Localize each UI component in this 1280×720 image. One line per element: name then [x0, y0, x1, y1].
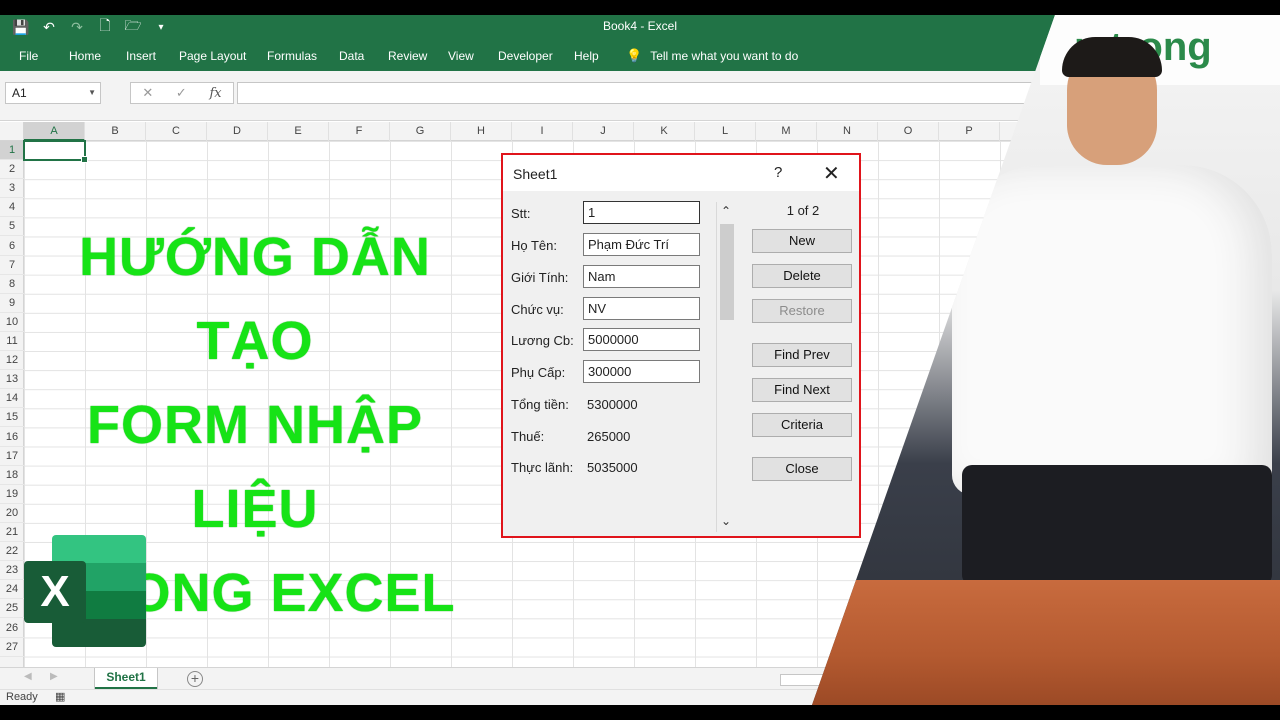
record-scrollbar[interactable]: ⌃ ⌄: [716, 202, 736, 532]
tell-me-label: Tell me what you want to do: [650, 49, 799, 63]
criteria-button[interactable]: Criteria: [752, 413, 852, 437]
tab-data[interactable]: Data: [339, 49, 364, 63]
tab-view[interactable]: View: [448, 49, 474, 63]
insert-function-icon[interactable]: fx: [209, 86, 221, 101]
dialog-title: Sheet1: [513, 166, 558, 182]
gioi-tinh-field[interactable]: Nam: [583, 265, 700, 288]
headline-line-1: HƯỚNG DẪN TẠO: [79, 227, 431, 371]
excel-logo-badge: X: [24, 561, 86, 623]
status-ready: Ready: [6, 691, 38, 703]
column-header-g[interactable]: G: [390, 122, 451, 141]
delete-button[interactable]: Delete: [752, 264, 852, 288]
chevron-down-icon[interactable]: ▼: [88, 88, 96, 97]
column-header-p[interactable]: P: [939, 122, 1000, 141]
chevron-down-icon[interactable]: ⌄: [721, 514, 731, 528]
thue-value: 265000: [587, 429, 631, 444]
column-header-b[interactable]: B: [85, 122, 146, 141]
dialog-title-bar: Sheet1 ? ✕: [503, 155, 859, 191]
row-header-3[interactable]: 3: [0, 179, 24, 199]
tab-file[interactable]: File: [19, 49, 38, 63]
chevron-up-icon[interactable]: ⌃: [721, 204, 731, 218]
row-header-1[interactable]: 1: [0, 141, 24, 161]
label-thue: Thuế:: [511, 429, 545, 444]
column-header-h[interactable]: H: [451, 122, 512, 141]
column-header-j[interactable]: J: [573, 122, 634, 141]
column-header-k[interactable]: K: [634, 122, 695, 141]
chevron-right-icon[interactable]: ▶: [50, 671, 58, 682]
macro-record-icon[interactable]: ▦: [55, 690, 65, 703]
record-counter: 1 of 2: [786, 203, 820, 218]
stt-field[interactable]: 1: [583, 201, 700, 224]
find-prev-button[interactable]: Find Prev: [752, 343, 852, 367]
label-thuc-lanh: Thực lãnh:: [511, 460, 574, 475]
column-header-l[interactable]: L: [695, 122, 756, 141]
headline-line-2: FORM NHẬP LIỆU: [87, 395, 423, 539]
find-next-button[interactable]: Find Next: [752, 378, 852, 402]
enter-icon[interactable]: ✓: [176, 85, 187, 101]
new-button[interactable]: New: [752, 229, 852, 253]
column-header-o[interactable]: O: [878, 122, 939, 141]
luong-cb-field[interactable]: 5000000: [583, 328, 700, 351]
row-header-27[interactable]: 27: [0, 638, 24, 657]
tell-me-box[interactable]: 💡 Tell me what you want to do: [626, 48, 798, 64]
help-icon[interactable]: ?: [774, 164, 782, 181]
tab-help[interactable]: Help: [574, 49, 599, 63]
label-tong-tien: Tổng tiền:: [511, 397, 569, 412]
name-box[interactable]: A1 ▼: [5, 82, 101, 104]
column-header-m[interactable]: M: [756, 122, 817, 141]
ho-ten-field[interactable]: Phạm Đức Trí: [583, 233, 700, 256]
column-header-c[interactable]: C: [146, 122, 207, 141]
data-form-dialog: Sheet1 ? ✕ Stt: 1 Họ Tên: Phạm Đức Trí G…: [501, 153, 861, 538]
column-header-n[interactable]: N: [817, 122, 878, 141]
add-sheet-icon[interactable]: +: [187, 671, 203, 687]
active-cell-selection[interactable]: [23, 140, 88, 163]
chevron-left-icon[interactable]: ◀: [24, 671, 32, 682]
excel-logo-icon: X: [24, 535, 146, 647]
formula-buttons: ✕ ✓ fx: [130, 82, 234, 104]
chuc-vu-field[interactable]: NV: [583, 297, 700, 320]
row-header-2[interactable]: 2: [0, 160, 24, 180]
label-ho-ten: Họ Tên:: [511, 238, 558, 253]
select-all-corner[interactable]: [0, 122, 24, 141]
tab-insert[interactable]: Insert: [126, 49, 156, 63]
tong-tien-value: 5300000: [587, 397, 638, 412]
wooden-table: [812, 580, 1280, 705]
name-box-value: A1: [12, 86, 27, 100]
lightbulb-icon: 💡: [626, 48, 643, 63]
thuc-lanh-value: 5035000: [587, 460, 638, 475]
scrollbar-thumb[interactable]: [720, 224, 734, 320]
tab-home[interactable]: Home: [69, 49, 101, 63]
close-button[interactable]: Close: [752, 457, 852, 481]
presenter-hair: [1062, 37, 1162, 77]
label-phu-cap: Phụ Cấp:: [511, 365, 566, 380]
column-header-i[interactable]: I: [512, 122, 573, 141]
sheet-tab-sheet1[interactable]: Sheet1: [95, 668, 157, 690]
restore-button[interactable]: Restore: [752, 299, 852, 323]
cancel-icon[interactable]: ✕: [142, 85, 153, 101]
presenter-shirt: [952, 165, 1272, 495]
column-header-e[interactable]: E: [268, 122, 329, 141]
tab-formulas[interactable]: Formulas: [267, 49, 317, 63]
tab-review[interactable]: Review: [388, 49, 427, 63]
phu-cap-field[interactable]: 300000: [583, 360, 700, 383]
tab-page-layout[interactable]: Page Layout: [179, 49, 246, 63]
column-header-f[interactable]: F: [329, 122, 390, 141]
presenter-pants: [962, 465, 1272, 585]
close-icon[interactable]: ✕: [823, 161, 840, 186]
label-chuc-vu: Chức vụ:: [511, 302, 564, 317]
label-luong-cb: Lương Cb:: [511, 333, 574, 348]
column-header-a[interactable]: A: [24, 122, 85, 141]
label-gioi-tinh: Giới Tính:: [511, 270, 569, 285]
label-stt: Stt:: [511, 206, 531, 221]
column-header-d[interactable]: D: [207, 122, 268, 141]
tab-developer[interactable]: Developer: [498, 49, 553, 63]
